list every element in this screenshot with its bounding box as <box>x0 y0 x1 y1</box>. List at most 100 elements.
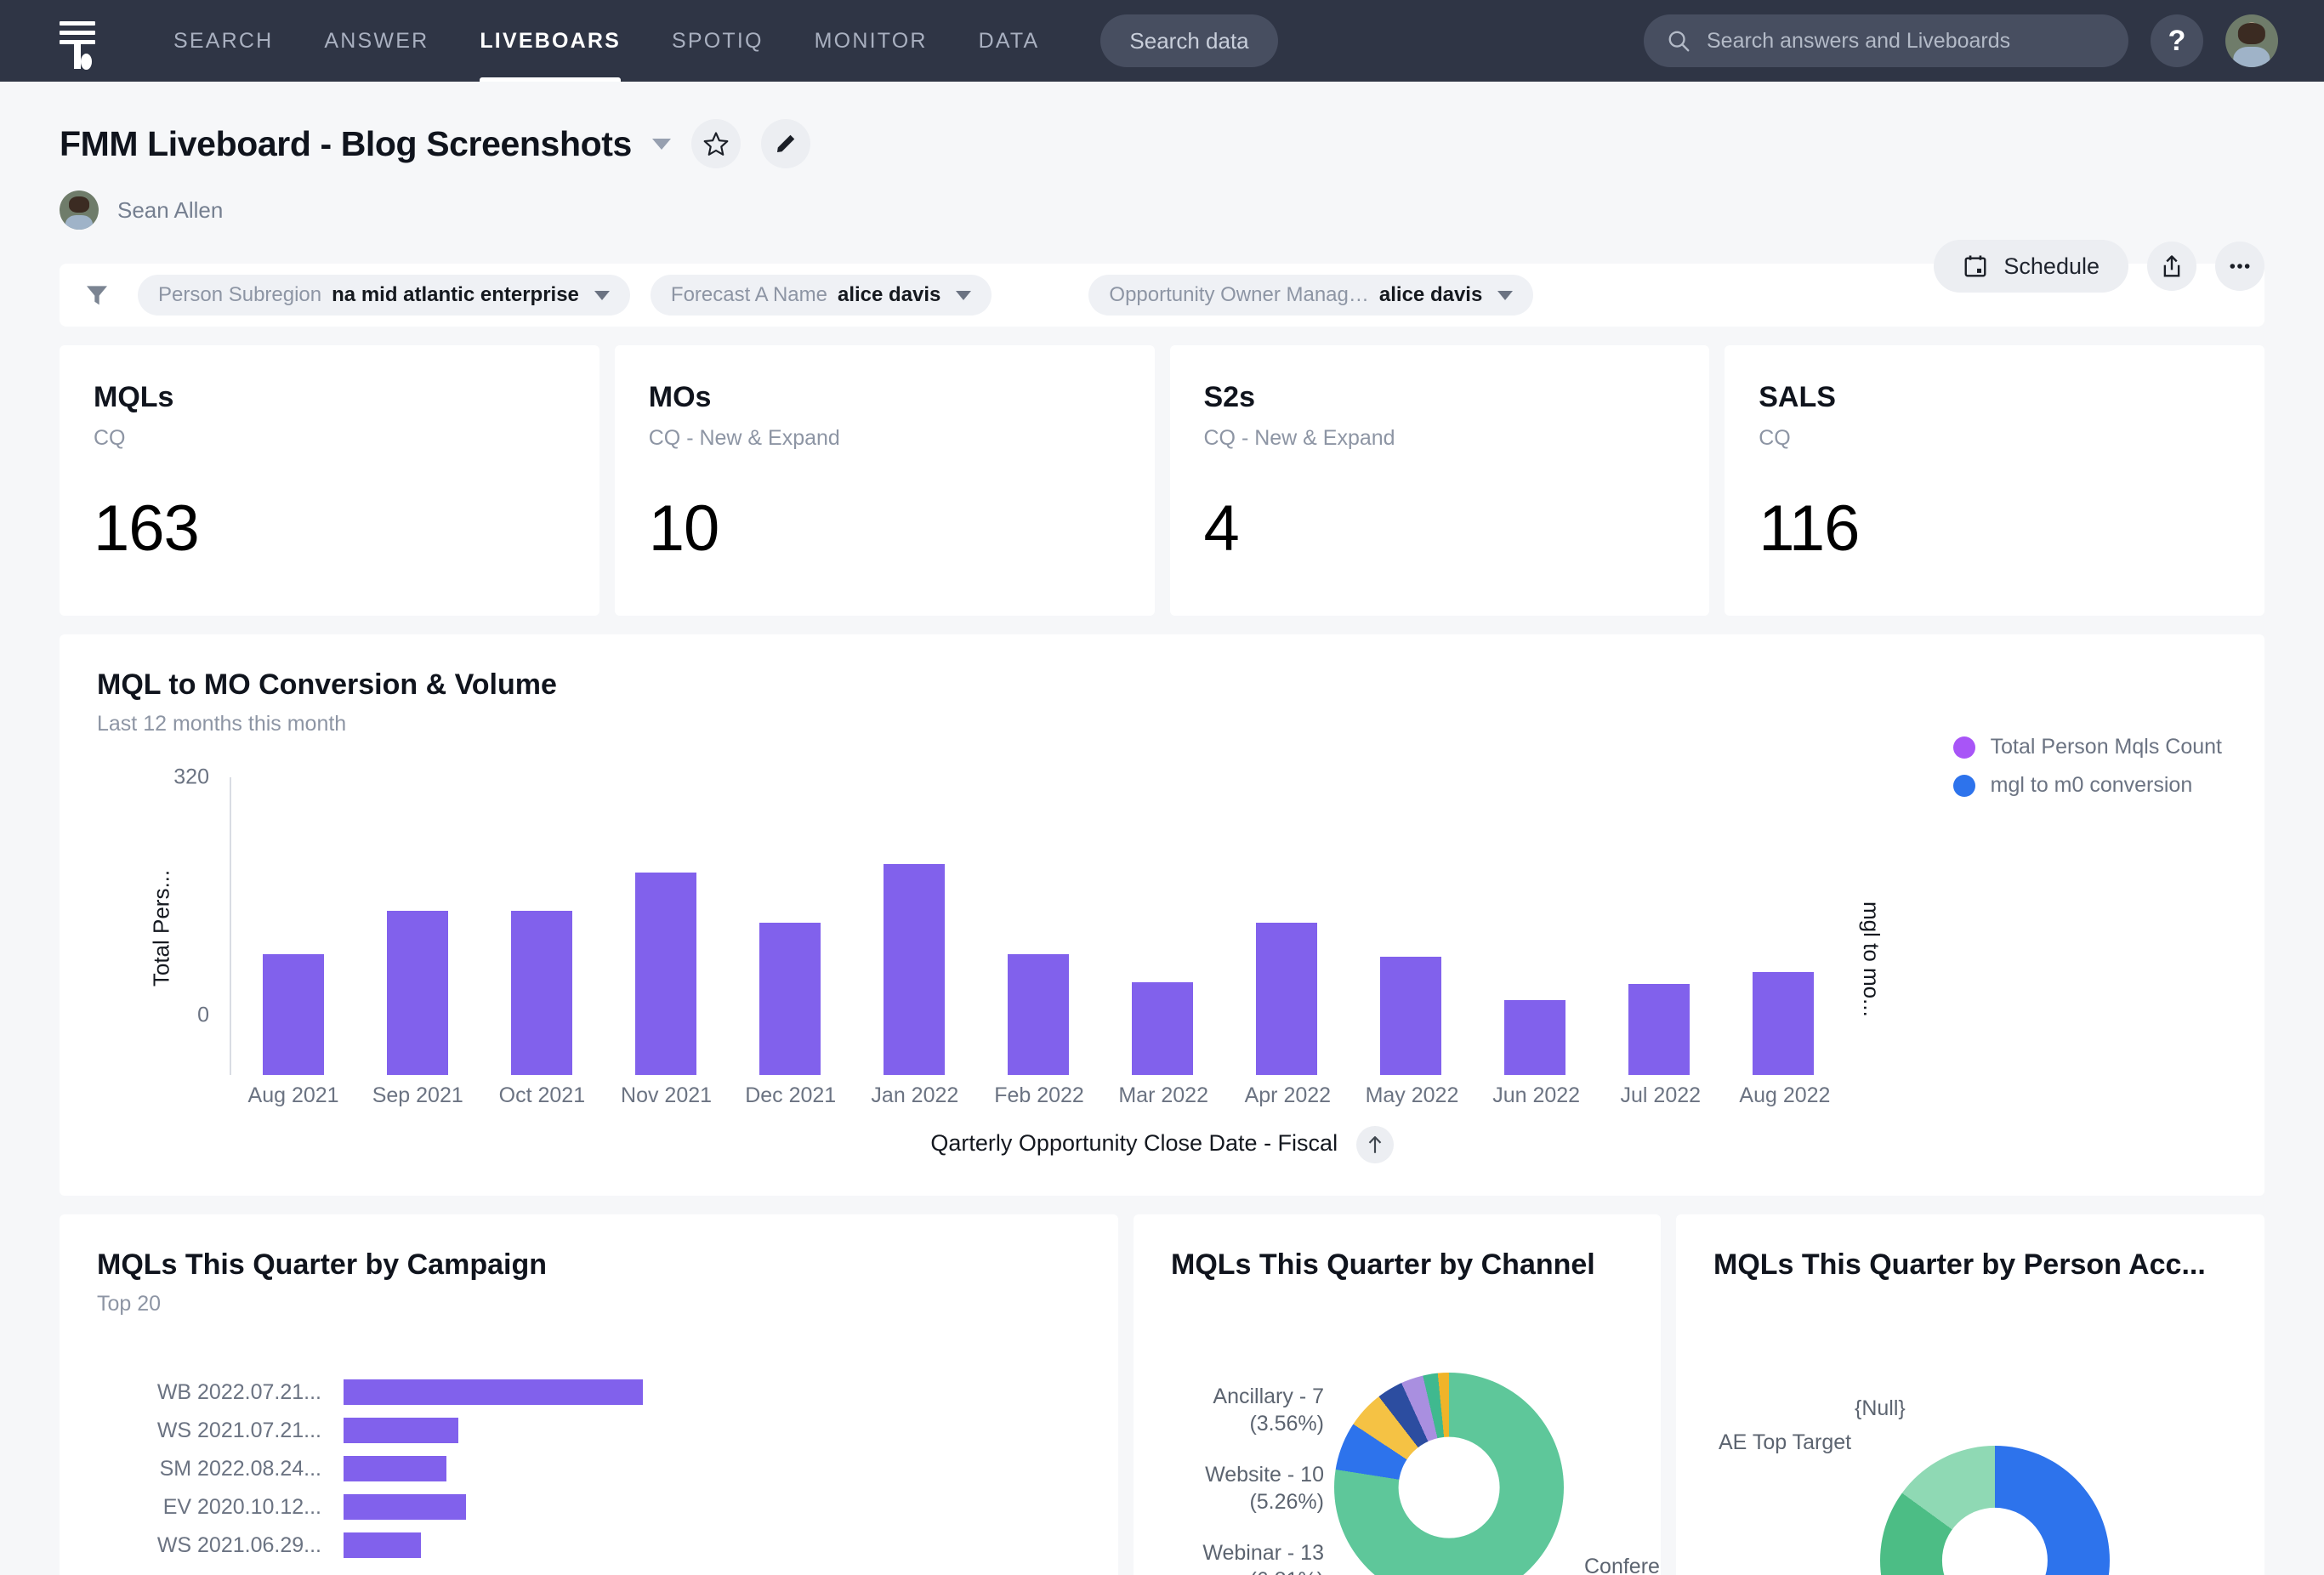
horizontal-bar[interactable] <box>344 1456 446 1481</box>
bar-slot[interactable] <box>1473 786 1597 1075</box>
bar[interactable] <box>263 954 324 1075</box>
horizontal-bar-row[interactable]: WB 2022.07.21... <box>97 1378 1081 1407</box>
bar[interactable] <box>759 922 821 1075</box>
global-search-input[interactable]: Search answers and Liveboards <box>1644 14 2128 67</box>
bar-slot[interactable] <box>1100 786 1225 1075</box>
person-donut-chart[interactable] <box>1880 1446 2110 1575</box>
chart-legend: Total Person Mqls Count mgl to m0 conver… <box>1952 735 2222 811</box>
bar[interactable] <box>1628 984 1690 1075</box>
kpi-title: S2s <box>1203 381 1256 413</box>
kpi-value: 163 <box>94 492 200 565</box>
nav-item-spotiq[interactable]: SPOTIQ <box>646 0 789 82</box>
channel-donut-chart[interactable] <box>1334 1373 1564 1575</box>
horizontal-bar[interactable] <box>344 1379 643 1405</box>
y-tick-min: 0 <box>197 1003 209 1027</box>
bar-slot[interactable] <box>604 786 728 1075</box>
x-tick-label: Dec 2021 <box>745 1083 837 1107</box>
chevron-down-icon <box>594 290 610 300</box>
page-title: FMM Liveboard - Blog Screenshots <box>60 123 632 163</box>
legend-label: mgl to m0 conversion <box>1990 773 2193 797</box>
donut-label-null: {Null} <box>1855 1396 1906 1420</box>
nav-item-liveboards[interactable]: LIVEBOARS <box>454 0 646 82</box>
global-search-placeholder: Search answers and Liveboards <box>1707 28 2011 53</box>
horizontal-bar-row[interactable]: SM 2022.08.24... <box>97 1454 1081 1483</box>
user-avatar[interactable] <box>2225 14 2278 67</box>
share-button[interactable] <box>2147 242 2196 291</box>
bar-slot[interactable] <box>1597 786 1721 1075</box>
legend-color-swatch <box>1952 774 1975 797</box>
share-icon <box>2163 255 2180 277</box>
horizontal-bar-label: SM 2022.08.24... <box>159 1456 321 1481</box>
bar[interactable] <box>1132 981 1193 1075</box>
bar[interactable] <box>1753 972 1814 1075</box>
filter-chip-person-subregion[interactable]: Person Subregion na mid atlantic enterpr… <box>138 275 630 316</box>
bar-slot[interactable] <box>728 786 852 1075</box>
bar-chart-plot-area: 320 0 <box>173 765 1845 1075</box>
bar-slot[interactable] <box>231 786 355 1075</box>
kpi-subtitle: CQ - New & Expand <box>648 426 840 450</box>
author-name: Sean Allen <box>117 196 224 223</box>
nav-item-data[interactable]: DATA <box>953 0 1065 82</box>
bar-slot[interactable] <box>976 786 1100 1075</box>
bar[interactable] <box>1380 956 1441 1075</box>
bar[interactable] <box>1256 922 1317 1075</box>
search-icon <box>1668 31 1690 52</box>
donut-ring <box>1334 1373 1564 1575</box>
edit-button[interactable] <box>760 119 810 168</box>
bar[interactable] <box>387 910 448 1075</box>
horizontal-bar-row[interactable]: WS 2021.07.21... <box>97 1416 1081 1445</box>
nav-item-answer[interactable]: ANSWER <box>298 0 454 82</box>
nav-item-search[interactable]: SEARCH <box>148 0 298 82</box>
bottom-card-row: MQLs This Quarter by Campaign Top 20 WB … <box>60 1214 2264 1575</box>
horizontal-bar[interactable] <box>344 1532 421 1558</box>
horizontal-bar[interactable] <box>344 1494 466 1520</box>
more-options-button[interactable] <box>2215 242 2264 291</box>
kpi-card-mos[interactable]: MOs CQ - New & Expand 10 <box>614 345 1155 616</box>
x-tick-label: Mar 2022 <box>1118 1083 1208 1107</box>
bar[interactable] <box>511 910 572 1075</box>
chart-title: MQL to MO Conversion & Volume <box>97 668 557 701</box>
nav-right-group: Search answers and Liveboards ? <box>1644 14 2290 67</box>
x-tick-label: Jun 2022 <box>1492 1083 1581 1107</box>
kpi-card-s2s[interactable]: S2s CQ - New & Expand 4 <box>1169 345 1710 616</box>
legend-item-mql-to-mo-conversion[interactable]: mgl to m0 conversion <box>1952 773 2222 798</box>
horizontal-bar-row[interactable]: WS 2021.06.29... <box>97 1531 1081 1560</box>
horizontal-bar-label: WB 2022.07.21... <box>156 1379 321 1404</box>
x-tick-label: Sep 2021 <box>372 1083 463 1107</box>
bar[interactable] <box>1008 954 1069 1075</box>
bar-slot[interactable] <box>852 786 976 1075</box>
sort-ascending-icon[interactable] <box>1355 1126 1394 1163</box>
search-data-button[interactable]: Search data <box>1100 14 1278 67</box>
help-button[interactable]: ? <box>2151 14 2203 67</box>
horizontal-bar[interactable] <box>344 1418 458 1443</box>
bar-slot[interactable] <box>355 786 480 1075</box>
schedule-button[interactable]: Schedule <box>1934 240 2128 293</box>
x-tick-label: Jul 2022 <box>1620 1083 1702 1107</box>
chevron-down-icon[interactable] <box>651 138 671 150</box>
legend-item-total-person-mqls[interactable]: Total Person Mqls Count <box>1952 735 2222 759</box>
filter-chip-forecast-a-name[interactable]: Forecast A Name alice davis <box>650 275 992 316</box>
thoughtspot-logo-icon[interactable] <box>54 14 100 70</box>
nav-item-monitor[interactable]: MONITOR <box>789 0 953 82</box>
bar-slot[interactable] <box>480 786 604 1075</box>
bar-slot[interactable] <box>1349 786 1473 1075</box>
kpi-card-sals[interactable]: SALS CQ 116 <box>1725 345 2264 616</box>
horizontal-bar-row[interactable]: EV 2020.10.12... <box>97 1493 1081 1521</box>
liveboard-header: FMM Liveboard - Blog Screenshots Sean Al… <box>0 82 2324 293</box>
horizontal-bar-list: WB 2022.07.21... WS 2021.07.21... SM 2022.… <box>97 1378 1081 1560</box>
bar[interactable] <box>1504 999 1565 1075</box>
kpi-subtitle: CQ - New & Expand <box>1203 426 1395 450</box>
top-navigation-bar: SEARCH ANSWER LIVEBOARS SPOTIQ MONITOR D… <box>0 0 2324 82</box>
funnel-icon[interactable] <box>83 281 111 309</box>
donut-label-conference: Conference <box>1584 1555 1661 1575</box>
favorite-button[interactable] <box>690 119 741 168</box>
primary-nav-items: SEARCH ANSWER LIVEBOARS SPOTIQ MONITOR D… <box>148 0 1065 82</box>
filter-chip-opportunity-owner-manager[interactable]: Opportunity Owner Manag… alice davis <box>1088 275 1534 316</box>
kpi-value: 4 <box>1203 492 1240 565</box>
bar[interactable] <box>635 873 696 1075</box>
bar[interactable] <box>884 864 945 1075</box>
bar-slot[interactable] <box>1225 786 1349 1075</box>
bar-slot[interactable] <box>1721 786 1845 1075</box>
x-tick-label: Nov 2021 <box>621 1083 713 1107</box>
kpi-card-mqls[interactable]: MQLs CQ 163 <box>60 345 599 616</box>
